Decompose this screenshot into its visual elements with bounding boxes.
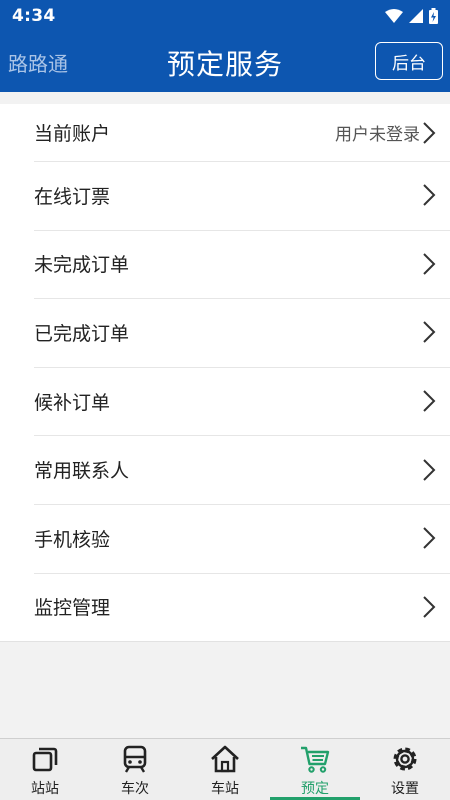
- chevron-right-icon: [423, 253, 436, 275]
- header-bar: 路路通 预定服务 后台: [0, 32, 450, 92]
- bottom-nav: 站站 车次 车站 预定 设置: [0, 738, 450, 800]
- menu-item-waitlist-orders[interactable]: 候补订单: [0, 366, 450, 436]
- status-icons: [385, 8, 438, 24]
- shopping-cart-icon: [301, 746, 330, 773]
- menu-item-label: 未完成订单: [34, 254, 130, 277]
- service-menu: 当前账户 用户未登录 在线订票 未完成订单 已完成订单 候补订单 常用联系人 手…: [0, 104, 450, 643]
- menu-item-frequent-contacts[interactable]: 常用联系人: [0, 435, 450, 504]
- nav-label: 车次: [121, 781, 149, 797]
- home-icon: [211, 745, 239, 773]
- nav-label: 预定: [301, 781, 329, 797]
- menu-item-label: 手机核验: [34, 528, 111, 551]
- menu-item-unfinished-orders[interactable]: 未完成订单: [0, 229, 450, 299]
- chevron-right-icon: [423, 121, 436, 144]
- chevron-right-icon: [423, 321, 436, 344]
- menu-item-label: 候补订单: [34, 391, 111, 414]
- status-bar: 4:34: [0, 0, 450, 32]
- chevron-right-icon: [423, 596, 436, 618]
- nav-tab-station[interactable]: 车站: [180, 739, 270, 800]
- account-status: 用户未登录: [335, 125, 420, 145]
- menu-item-current-account[interactable]: 当前账户 用户未登录: [0, 104, 450, 161]
- menu-item-label: 常用联系人: [34, 460, 130, 483]
- menu-item-label: 在线订票: [34, 185, 111, 208]
- menu-item-phone-verification[interactable]: 手机核验: [0, 503, 450, 573]
- gear-icon: [393, 747, 417, 771]
- chevron-right-icon: [423, 184, 436, 207]
- nav-tab-station-to-station[interactable]: 站站: [0, 739, 90, 800]
- nav-label: 站站: [31, 781, 59, 797]
- chevron-right-icon: [423, 390, 436, 412]
- battery-icon: [429, 8, 438, 24]
- train-icon: [123, 745, 147, 773]
- nav-label: 设置: [391, 781, 419, 797]
- menu-item-completed-orders[interactable]: 已完成订单: [0, 298, 450, 367]
- chevron-right-icon: [423, 527, 436, 549]
- app-root: 4:34 路路通 预定服务 后台 当前账户 用户未登录 在线订票 未完成订单 已…: [0, 0, 450, 800]
- signal-icon: [409, 9, 423, 23]
- wifi-icon: [385, 9, 403, 23]
- menu-item-online-booking[interactable]: 在线订票: [0, 161, 450, 230]
- nav-tab-settings[interactable]: 设置: [360, 739, 450, 800]
- menu-item-label: 当前账户: [34, 123, 111, 145]
- nav-tab-booking[interactable]: 预定: [270, 739, 360, 800]
- menu-item-label: 已完成订单: [34, 322, 130, 345]
- backend-button[interactable]: 后台: [375, 42, 443, 80]
- nav-label: 车站: [211, 781, 239, 797]
- chevron-right-icon: [423, 458, 436, 481]
- menu-item-label: 监控管理: [34, 597, 111, 620]
- station-to-station-icon: [32, 747, 58, 772]
- nav-tab-train[interactable]: 车次: [90, 739, 180, 800]
- status-time: 4:34: [12, 6, 56, 26]
- menu-item-monitor-management[interactable]: 监控管理: [0, 572, 450, 642]
